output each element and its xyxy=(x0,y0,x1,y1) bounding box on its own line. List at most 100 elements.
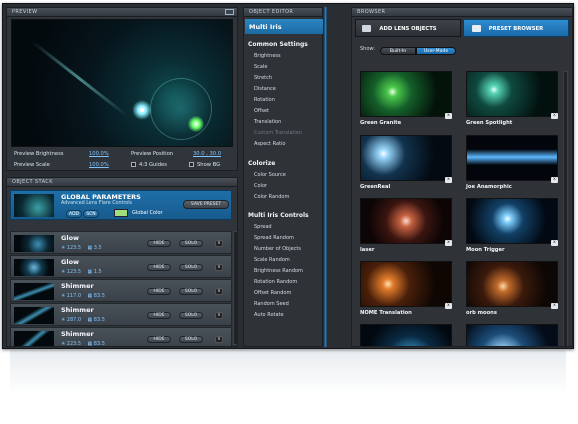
save-preset-button[interactable]: SAVE PRESET xyxy=(183,200,229,209)
param-scale[interactable]: Scale xyxy=(254,62,319,72)
hide-button[interactable]: HIDE xyxy=(147,336,171,343)
delete-preset-button[interactable]: x xyxy=(445,113,452,119)
preset-item[interactable] xyxy=(360,324,452,346)
layer-row[interactable]: Shimmer ✳ 117.0 ▦ 83.5 HIDE SOLO x xyxy=(10,279,232,302)
preview-scale-value[interactable]: 100.0% xyxy=(89,162,109,168)
add-button[interactable]: ADD xyxy=(66,210,82,218)
showbg-label: Show BG xyxy=(197,162,221,168)
delete-layer-button[interactable]: x xyxy=(215,312,223,319)
layer-value-2[interactable]: 1.5 xyxy=(94,269,102,275)
param-number-of-objects[interactable]: Number of Objects xyxy=(254,244,319,254)
param-scale-random[interactable]: Scale Random xyxy=(254,255,319,265)
hide-button[interactable]: HIDE xyxy=(147,264,171,271)
delete-preset-button[interactable]: x xyxy=(551,240,558,246)
layer-value-2[interactable]: 3.5 xyxy=(94,245,102,251)
global-subtitle: Advanced Lens Flare Controls xyxy=(61,201,133,206)
param-color-random[interactable]: Color Random xyxy=(254,192,319,202)
param-offset-random[interactable]: Offset Random xyxy=(254,288,319,298)
expand-preview-icon[interactable] xyxy=(225,9,234,15)
param-translation[interactable]: Translation xyxy=(254,117,319,127)
preset-item[interactable]: x Green Granite xyxy=(360,71,452,129)
delete-layer-button[interactable]: x xyxy=(215,336,223,343)
preset-name: Green Spotlight xyxy=(466,120,513,126)
usermade-toggle[interactable]: User-Made xyxy=(416,47,456,55)
param-rotation[interactable]: Rotation xyxy=(254,95,319,105)
param-color[interactable]: Color xyxy=(254,181,319,191)
solo-button[interactable]: SOLO xyxy=(179,288,203,295)
hide-button[interactable]: HIDE xyxy=(147,288,171,295)
preset-name: laser xyxy=(360,247,375,253)
solo-button[interactable]: SOLO xyxy=(179,336,203,343)
preset-item[interactable]: x GreenReal xyxy=(360,135,452,193)
hide-button[interactable]: HIDE xyxy=(147,240,171,247)
param-auto-rotate[interactable]: Auto Rotate xyxy=(254,310,319,320)
preset-item[interactable]: x Joe Anamorphic xyxy=(466,135,558,193)
layer-value-2[interactable]: 83.5 xyxy=(94,341,105,346)
object-stack-scrollbar[interactable] xyxy=(233,231,237,345)
tab-preset-browser[interactable]: PRESET BROWSER xyxy=(463,19,569,37)
preset-item[interactable]: x orb moons xyxy=(466,261,558,319)
layer-value-1[interactable]: 223.5 xyxy=(67,341,81,346)
delete-layer-button[interactable]: x xyxy=(215,264,223,271)
param-spread[interactable]: Spread xyxy=(254,222,319,232)
delete-preset-button[interactable]: x xyxy=(445,303,452,309)
layer-thumbnail xyxy=(14,259,54,276)
param-distance[interactable]: Distance xyxy=(254,84,319,94)
delete-layer-button[interactable]: x xyxy=(215,288,223,295)
preset-item[interactable]: x Green Spotlight xyxy=(466,71,558,129)
layer-row[interactable]: Glow ✳ 123.5 ▦ 3.5 HIDE SOLO x xyxy=(10,231,232,254)
preset-item[interactable]: x laser xyxy=(360,198,452,256)
preset-item[interactable]: x NOME Translation xyxy=(360,261,452,319)
tab-add-lens-objects[interactable]: ADD LENS OBJECTS xyxy=(355,19,461,37)
showbg-checkbox[interactable] xyxy=(189,162,194,167)
delete-preset-button[interactable]: x xyxy=(551,303,558,309)
param-brightness[interactable]: Brightness xyxy=(254,51,319,61)
layer-values: ✳ 287.0 ▦ 83.5 xyxy=(61,317,105,323)
delete-preset-button[interactable]: x xyxy=(551,177,558,183)
param-random-seed[interactable]: Random Seed xyxy=(254,299,319,309)
delete-preset-button[interactable]: x xyxy=(445,240,452,246)
layer-thumbnail xyxy=(14,235,54,252)
param-offset[interactable]: Offset xyxy=(254,106,319,116)
param-spread-random[interactable]: Spread Random xyxy=(254,233,319,243)
panel-divider[interactable] xyxy=(324,7,327,347)
layer-value-1[interactable]: 123.5 xyxy=(67,269,81,275)
browser-scrollbar[interactable] xyxy=(563,71,568,346)
preview-viewport[interactable] xyxy=(11,19,233,147)
layer-row[interactable]: Glow ✳ 123.5 ▦ 1.5 HIDE SOLO x xyxy=(10,255,232,278)
layer-value-1[interactable]: 287.0 xyxy=(67,317,81,323)
global-color-swatch[interactable] xyxy=(114,209,128,217)
layer-row[interactable]: Shimmer ✳ 223.5 ▦ 83.5 HIDE SOLO x xyxy=(10,327,232,346)
param-brightness-random[interactable]: Brightness Random xyxy=(254,266,319,276)
global-parameters-row[interactable]: GLOBAL PARAMETERS Advanced Lens Flare Co… xyxy=(10,190,232,220)
delete-preset-button[interactable]: x xyxy=(551,113,558,119)
layer-value-1[interactable]: 117.0 xyxy=(67,293,81,299)
delete-preset-button[interactable]: x xyxy=(445,177,452,183)
param-rotation-random[interactable]: Rotation Random xyxy=(254,277,319,287)
param-aspect-ratio[interactable]: Aspect Ratio xyxy=(254,139,319,149)
param-color-source[interactable]: Color Source xyxy=(254,170,319,180)
camera-icon xyxy=(362,25,371,32)
preview-position-value[interactable]: 30.0 , 30.0 xyxy=(193,151,221,157)
layer-row[interactable]: Shimmer ✳ 287.0 ▦ 83.5 HIDE SOLO x xyxy=(10,303,232,326)
builtin-toggle[interactable]: Built-In xyxy=(380,47,416,55)
section-multi-iris-controls: Multi Iris Controls xyxy=(248,212,309,219)
hide-button[interactable]: HIDE xyxy=(147,312,171,319)
solo-button[interactable]: SOLO xyxy=(179,240,203,247)
global-color-label: Global Color xyxy=(132,210,163,216)
object-stack-header: Object Stack xyxy=(7,178,237,187)
param-stretch[interactable]: Stretch xyxy=(254,73,319,83)
preset-item[interactable] xyxy=(466,324,558,346)
layer-value-1[interactable]: 123.5 xyxy=(67,245,81,251)
preview-brightness-value[interactable]: 100.0% xyxy=(89,151,109,157)
solo-button[interactable]: SOLO xyxy=(179,312,203,319)
delete-layer-button[interactable]: x xyxy=(215,240,223,247)
layer-value-2[interactable]: 83.5 xyxy=(94,293,105,299)
preset-thumbnail xyxy=(360,198,452,244)
scn-button[interactable]: SCN xyxy=(83,210,99,218)
preset-item[interactable]: x Moon Trigger xyxy=(466,198,558,256)
layer-value-2[interactable]: 83.5 xyxy=(94,317,105,323)
guides-checkbox[interactable] xyxy=(131,162,136,167)
solo-button[interactable]: SOLO xyxy=(179,264,203,271)
guides-label: 4:3 Guides xyxy=(139,162,167,168)
